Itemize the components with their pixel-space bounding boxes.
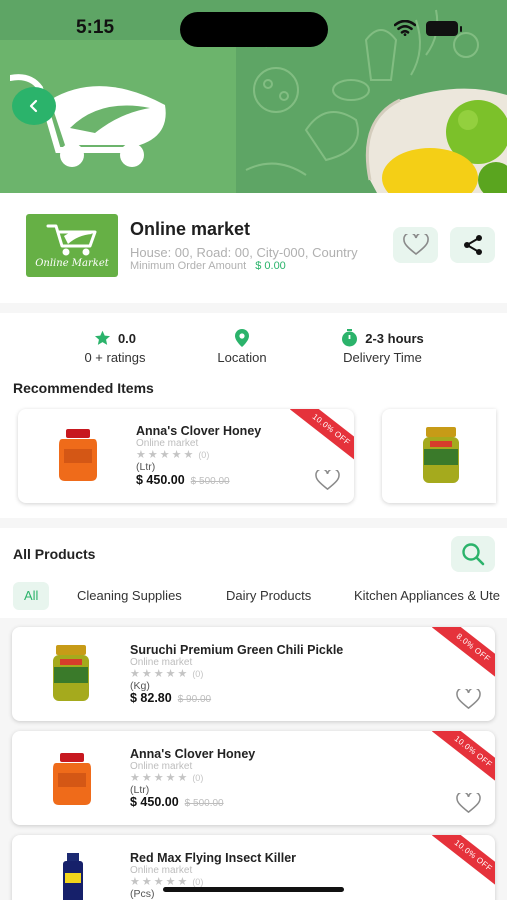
honey-jar-icon [59, 429, 97, 481]
product-name: Anna's Clover Honey [136, 424, 262, 438]
rating-stars-icon: ★★★★★ (0) [136, 449, 210, 461]
status-time: 5:15 [76, 17, 115, 38]
store-name: Online market [130, 219, 251, 239]
rating-value: 0.0 [117, 330, 137, 346]
discount-badge: 10.0% OFF [431, 835, 495, 891]
product-price: $ 82.80 [130, 691, 172, 705]
tab-kitchen-appliances[interactable]: Kitchen Appliances & Ute [354, 582, 500, 610]
grocery-bag-icon [365, 88, 507, 193]
star-icon [94, 330, 110, 345]
store-info: Online Market Online market House: 00, R… [0, 193, 507, 303]
heart-icon [402, 234, 429, 256]
store-banner: 5:15 [0, 0, 507, 193]
min-order-value: $ 0.00 [255, 260, 286, 272]
share-button[interactable] [450, 227, 495, 263]
product-old-price: $ 500.00 [190, 476, 230, 487]
recommended-item-card-partial[interactable] [382, 409, 496, 503]
tab-cleaning-supplies[interactable]: Cleaning Supplies [77, 582, 182, 610]
heart-icon[interactable] [315, 470, 340, 491]
product-price: $ 450.00 [130, 795, 179, 809]
tab-dairy-products[interactable]: Dairy Products [226, 582, 311, 610]
min-order-label: Minimum Order Amount [130, 260, 247, 272]
product-price: $ 450.00 [136, 473, 185, 487]
rating-stars-icon: ★★★★★ (0) [130, 772, 204, 784]
store-screen: 5:15 Online Market Online market House: … [0, 0, 507, 900]
recommended-item-card[interactable]: Anna's Clover Honey Online market ★★★★★(… [18, 409, 354, 503]
dynamic-island [180, 12, 328, 47]
status-bar: 5:15 [0, 0, 507, 47]
product-card[interactable]: Anna's Clover Honey Online market ★★★★★(… [12, 731, 495, 825]
back-button[interactable] [12, 87, 56, 125]
product-name: Red Max Flying Insect Killer [130, 851, 297, 865]
delivery-stat: 2-3 hours Delivery Time [330, 329, 435, 365]
product-unit: (Ltr) [136, 461, 156, 473]
search-icon [462, 543, 485, 566]
product-unit: (Pcs) [130, 888, 155, 900]
location-pin-icon [235, 329, 249, 347]
location-stat[interactable]: Location [197, 329, 287, 365]
product-name: Anna's Clover Honey [130, 747, 256, 761]
min-order: Minimum Order Amount $ 0.00 [130, 260, 286, 272]
favorite-store-button[interactable] [393, 227, 438, 263]
rating-count: (0) [192, 773, 204, 783]
rating-count: (0) [198, 450, 210, 460]
store-logo: Online Market [26, 214, 118, 277]
recommended-title: Recommended Items [13, 380, 154, 396]
spray-can-icon [63, 853, 83, 900]
product-name: Suruchi Premium Green Chili Pickle [130, 643, 344, 657]
category-tabs: All Cleaning Supplies Dairy Products Kit… [0, 582, 507, 610]
discount-badge: 8.0% OFF [431, 627, 495, 683]
home-indicator [163, 887, 344, 892]
product-price-row: $ 82.80 $ 90.00 [130, 691, 211, 705]
all-products-title: All Products [13, 546, 96, 562]
rating-label: 0 + ratings [84, 350, 146, 365]
location-label: Location [217, 350, 267, 365]
product-price-row: $ 450.00 $ 500.00 [130, 795, 224, 809]
pickle-jar-icon [53, 645, 89, 701]
discount-badge: 10.0% OFF [289, 409, 354, 465]
honey-jar-icon [53, 753, 91, 805]
product-card[interactable]: Suruchi Premium Green Chili Pickle Onlin… [12, 627, 495, 721]
rating-count: (0) [192, 669, 204, 679]
chevron-left-icon [29, 99, 38, 113]
product-price-row: $ 450.00 $ 500.00 [136, 473, 230, 487]
rating-count: (0) [192, 877, 204, 887]
timer-icon [342, 329, 358, 347]
product-old-price: $ 500.00 [184, 798, 224, 809]
battery-icon [426, 21, 462, 36]
heart-icon[interactable] [456, 793, 481, 814]
product-old-price: $ 90.00 [177, 694, 212, 705]
cart-icon [46, 224, 97, 256]
discount-badge: 10.0% OFF [431, 731, 495, 787]
search-button[interactable] [451, 536, 495, 572]
delivery-value: 2-3 hours [365, 330, 424, 346]
store-address: House: 00, Road: 00, City-000, Country [130, 245, 358, 260]
rating-stat[interactable]: 0.0 0 + ratings [70, 329, 160, 366]
wifi-icon [394, 20, 416, 36]
heart-icon[interactable] [456, 689, 481, 710]
share-icon [463, 235, 482, 255]
delivery-label: Delivery Time [343, 350, 422, 365]
rating-stars-icon: ★★★★★ (0) [130, 668, 204, 680]
tab-all[interactable]: All [13, 582, 50, 610]
store-logo-text: Online Market [35, 258, 109, 269]
pickle-jar-icon [423, 427, 459, 483]
